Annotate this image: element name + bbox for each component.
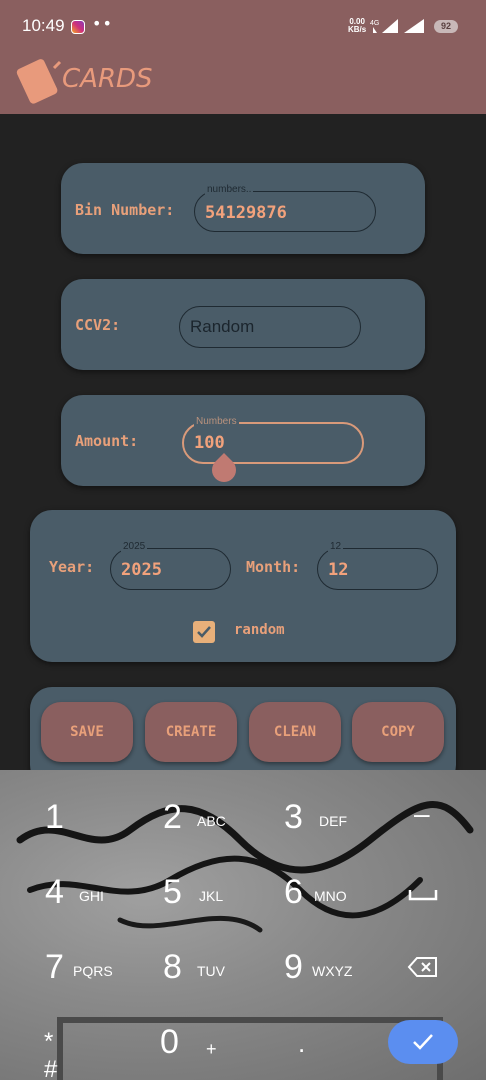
bin-number-input[interactable]: numbers.. 54129876: [194, 184, 376, 232]
date-card: Year: 2025 2025 Month: 12 12: [30, 510, 456, 662]
month-value: 12: [328, 560, 349, 580]
clean-button[interactable]: CLEAN: [249, 702, 341, 762]
network-speed-unit: KB/s: [348, 25, 367, 34]
bin-hint: numbers..: [205, 184, 254, 196]
bin-label: Bin Number:: [75, 201, 175, 219]
status-time: 10:49: [22, 16, 65, 35]
numeric-keyboard: 1 2 ABC 3 DEF – 4 GHI 5 JKL 6 MNO 7 PQRS 8 TUV …: [0, 770, 486, 1080]
checkmark-icon: [413, 1034, 433, 1050]
year-hint: 2025: [121, 541, 148, 553]
ccv-label: CCV2:: [75, 316, 121, 334]
save-button[interactable]: SAVE: [41, 702, 133, 762]
instagram-notification-icon: [71, 20, 85, 34]
app-bar: CARDS: [0, 56, 486, 114]
signal-wifi-icons: 4G: [370, 19, 424, 33]
backspace-icon[interactable]: [407, 956, 439, 978]
ccv-card: CCV2: Random: [61, 279, 425, 370]
ccv-input[interactable]: Random: [179, 306, 361, 348]
amount-value: 100: [194, 433, 225, 453]
bin-value: 54129876: [205, 203, 287, 223]
amount-card: Amount: Numbers 100: [61, 395, 425, 486]
status-bar: 10:49 •• 0.00 KB/s 4G 92: [0, 0, 486, 56]
random-checkbox[interactable]: [193, 621, 215, 643]
copy-button[interactable]: COPY: [352, 702, 444, 762]
month-input[interactable]: 12 12: [317, 541, 438, 590]
bin-card: Bin Number: numbers.. 54129876: [61, 163, 425, 254]
amount-label: Amount:: [75, 432, 139, 450]
amount-input[interactable]: Numbers 100: [182, 416, 364, 464]
year-value: 2025: [121, 560, 162, 580]
create-button[interactable]: CREATE: [145, 702, 237, 762]
space-icon[interactable]: [408, 888, 438, 902]
more-notifications-icon: ••: [92, 14, 113, 33]
check-icon: [197, 626, 211, 638]
svg-text:4G: 4G: [370, 20, 379, 27]
ccv-value: Random: [190, 317, 255, 336]
random-checkbox-label: random: [234, 622, 285, 638]
year-input[interactable]: 2025 2025: [110, 541, 231, 590]
month-hint: 12: [328, 541, 344, 553]
year-label: Year:: [49, 558, 95, 576]
app-title: CARDS: [62, 64, 153, 94]
month-label: Month:: [246, 558, 301, 576]
network-speed: 0.00 KB/s: [348, 18, 366, 34]
amount-hint: Numbers: [194, 416, 239, 428]
battery-icon: 92: [434, 20, 458, 33]
cards-logo-icon: [16, 59, 62, 104]
confirm-key[interactable]: [388, 1020, 458, 1064]
